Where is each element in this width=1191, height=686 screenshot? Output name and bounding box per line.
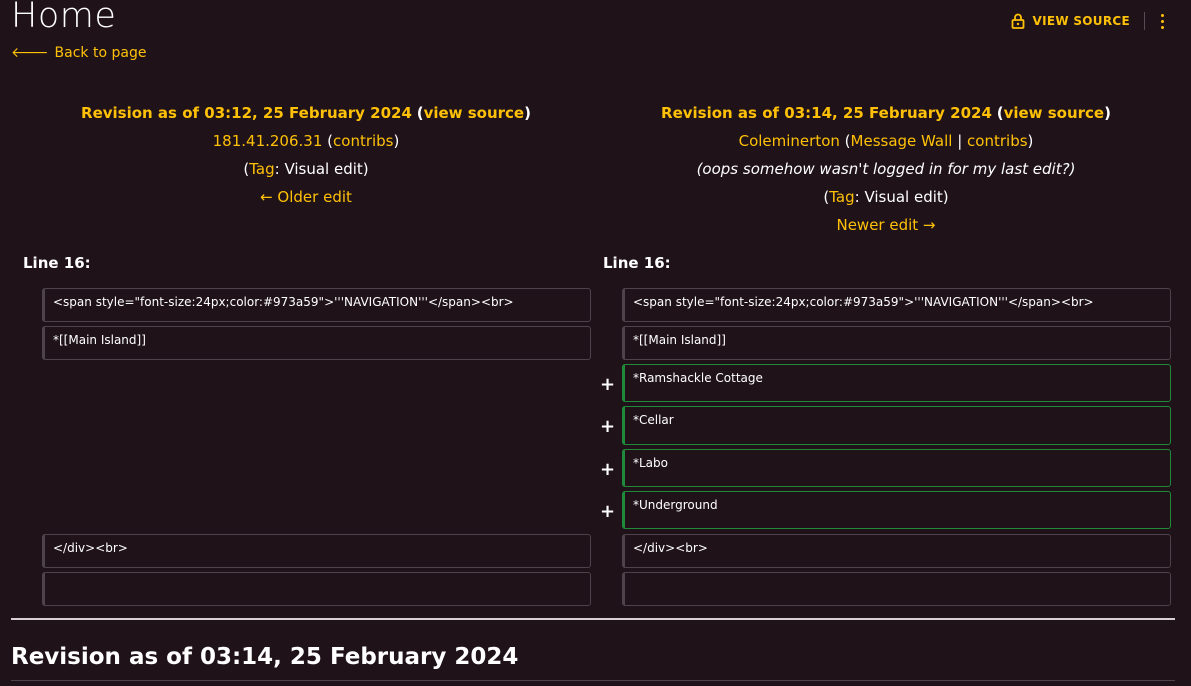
diff-right-context-line bbox=[622, 572, 1171, 606]
lock-icon bbox=[1011, 13, 1024, 29]
left-revision-header: Revision as of 03:12, 25 February 2024 (… bbox=[16, 99, 596, 211]
added-line-marker: + bbox=[600, 374, 616, 395]
left-contribs-link[interactable]: contribs bbox=[333, 132, 393, 150]
right-user-link[interactable]: Coleminerton bbox=[739, 132, 840, 150]
left-revision-title-row: Revision as of 03:12, 25 February 2024 (… bbox=[81, 104, 531, 122]
older-edit-link[interactable]: ← Older edit bbox=[260, 188, 352, 206]
diff-added-line: *Ramshackle Cottage bbox=[622, 364, 1171, 402]
edit-summary: (oops somehow wasn't logged in for my la… bbox=[696, 160, 1076, 178]
toolbar-divider bbox=[1144, 12, 1145, 30]
right-tag-link[interactable]: Tag bbox=[829, 188, 854, 206]
top-actions: VIEW SOURCE bbox=[1011, 12, 1166, 30]
right-revision-header: Revision as of 03:14, 25 February 2024 (… bbox=[596, 99, 1176, 239]
diff-added-line: *Cellar bbox=[622, 406, 1171, 445]
diff-left-context-line: </div><br> bbox=[42, 534, 591, 568]
left-revision-title[interactable]: Revision as of 03:12, 25 February 2024 bbox=[81, 104, 412, 122]
right-view-source-link[interactable]: view source bbox=[1004, 104, 1105, 122]
newer-edit-link[interactable]: Newer edit → bbox=[836, 216, 935, 234]
left-tag-link[interactable]: Tag bbox=[249, 160, 274, 178]
right-revision-title-row: Revision as of 03:14, 25 February 2024 (… bbox=[661, 104, 1111, 122]
arrow-left-icon: 🡐 bbox=[11, 45, 49, 61]
left-tag-value: Visual edit bbox=[284, 160, 363, 178]
view-source-button[interactable]: VIEW SOURCE bbox=[1011, 13, 1145, 29]
back-to-page-label: Back to page bbox=[54, 44, 147, 61]
diff-right-context-line: </div><br> bbox=[622, 534, 1171, 568]
right-contribs-link[interactable]: contribs bbox=[967, 132, 1027, 150]
diff-right-context-line: <span style="font-size:24px;color:#973a5… bbox=[622, 288, 1171, 322]
right-revision-user-row: Coleminerton (Message Wall | contribs) bbox=[738, 132, 1034, 150]
diff-left-context-line: *[[Main Island]] bbox=[42, 326, 591, 360]
right-tag-value: Visual edit bbox=[864, 188, 943, 206]
heading-underline bbox=[11, 680, 1175, 681]
added-line-marker: + bbox=[600, 459, 616, 480]
message-wall-link[interactable]: Message Wall bbox=[851, 132, 953, 150]
added-line-marker: + bbox=[600, 501, 616, 522]
right-revision-title[interactable]: Revision as of 03:14, 25 February 2024 bbox=[661, 104, 992, 122]
left-revision-tag-row: (Tag: Visual edit) bbox=[243, 160, 369, 178]
more-options-icon[interactable] bbox=[1159, 13, 1165, 29]
added-line-marker: + bbox=[600, 416, 616, 437]
diff-right-context-line: *[[Main Island]] bbox=[622, 326, 1171, 360]
diff-added-line: *Underground bbox=[622, 491, 1171, 529]
revision-content-heading: Revision as of 03:14, 25 February 2024 bbox=[11, 644, 519, 670]
diff-left-context-line bbox=[42, 572, 591, 606]
diff-left-context-line: <span style="font-size:24px;color:#973a5… bbox=[42, 288, 591, 322]
section-divider bbox=[11, 618, 1175, 620]
left-line-number: Line 16: bbox=[23, 254, 91, 272]
right-revision-tag-row: (Tag: Visual edit) bbox=[823, 188, 949, 206]
page-title: Home bbox=[11, 0, 117, 36]
view-source-label: VIEW SOURCE bbox=[1032, 14, 1130, 28]
right-line-number: Line 16: bbox=[603, 254, 671, 272]
diff-added-line: *Labo bbox=[622, 449, 1171, 487]
left-revision-user-row: 181.41.206.31 (contribs) bbox=[212, 132, 400, 150]
left-user-link[interactable]: 181.41.206.31 bbox=[213, 132, 323, 150]
back-to-page-link[interactable]: 🡐 Back to page bbox=[11, 44, 147, 62]
left-view-source-link[interactable]: view source bbox=[424, 104, 525, 122]
